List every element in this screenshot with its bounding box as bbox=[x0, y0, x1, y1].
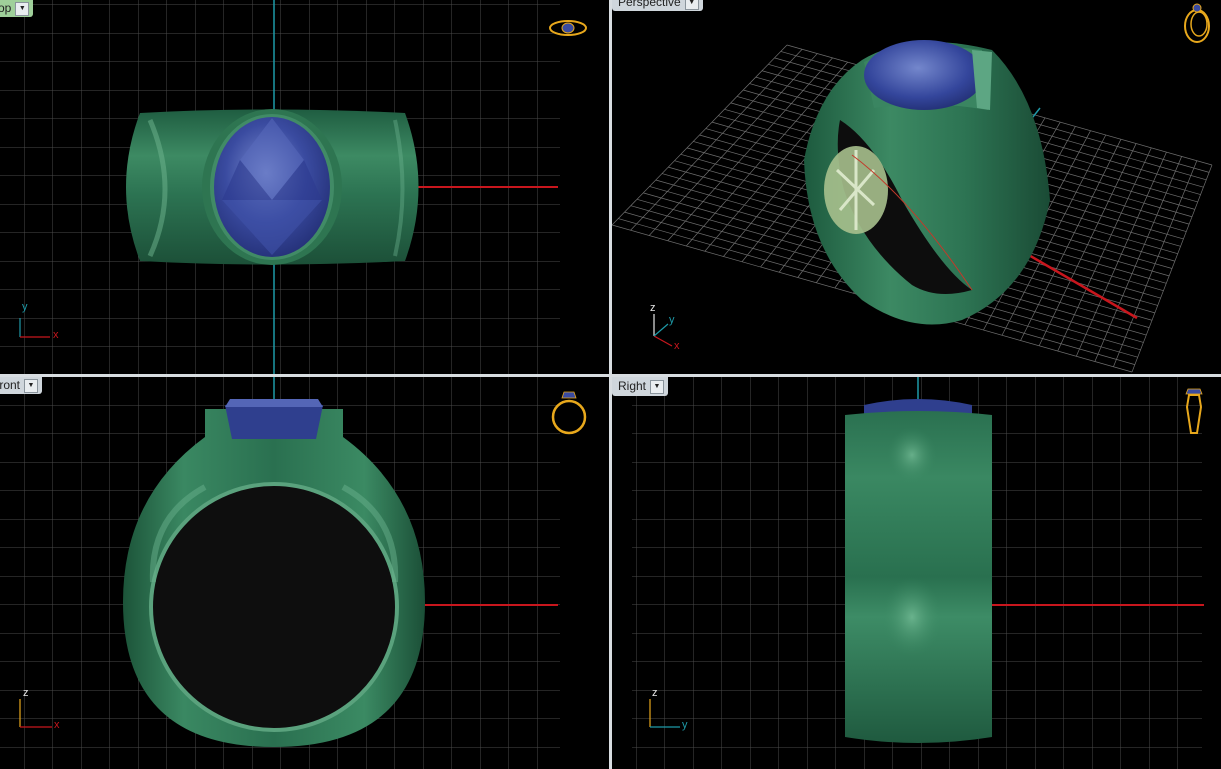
axis-label-z: z bbox=[652, 687, 658, 699]
viewport-divider-horizontal[interactable] bbox=[0, 374, 1221, 377]
ring-perspective-icon[interactable] bbox=[1184, 3, 1210, 43]
viewport-right[interactable]: Right ▼ z y bbox=[612, 377, 1221, 769]
viewport-tab-perspective[interactable]: Perspective ▼ bbox=[612, 0, 703, 11]
viewport-tab-front[interactable]: Front ▼ bbox=[0, 377, 43, 394]
axis-label-y: y bbox=[682, 719, 688, 731]
front-view-scene bbox=[0, 377, 587, 769]
axis-label-z: z bbox=[650, 302, 656, 314]
viewport-label-right: Right bbox=[618, 379, 647, 393]
axis-label-z: z bbox=[23, 687, 29, 699]
axis-label-x: x bbox=[53, 329, 59, 341]
ring-model-top[interactable] bbox=[126, 109, 419, 265]
viewport-perspective[interactable]: Perspective ▼ z y x bbox=[612, 0, 1221, 374]
top-view-scene bbox=[0, 0, 587, 374]
axis-label-y: y bbox=[22, 301, 28, 313]
dropdown-arrow-icon[interactable]: ▼ bbox=[684, 0, 699, 10]
dropdown-arrow-icon[interactable]: ▼ bbox=[15, 1, 30, 16]
axis-label-y: y bbox=[669, 314, 675, 326]
axis-label-x: x bbox=[674, 340, 680, 352]
viewport-top[interactable]: Top ▼ y x bbox=[0, 0, 609, 374]
viewport-label-perspective: Perspective bbox=[618, 0, 681, 9]
perspective-view-scene bbox=[612, 3, 1213, 373]
viewport-tab-top[interactable]: Top ▼ bbox=[0, 0, 34, 17]
viewport-label-top: Top bbox=[0, 1, 12, 15]
dropdown-arrow-icon[interactable]: ▼ bbox=[650, 379, 665, 394]
ring-model-right[interactable] bbox=[845, 399, 992, 743]
dropdown-arrow-icon[interactable]: ▼ bbox=[24, 378, 39, 393]
gemstone-front bbox=[225, 405, 323, 439]
viewport-label-front: Front bbox=[0, 378, 21, 392]
gemstone-perspective bbox=[864, 40, 984, 110]
viewport-divider-vertical[interactable] bbox=[609, 0, 612, 769]
viewport-tab-right[interactable]: Right ▼ bbox=[612, 377, 669, 396]
axis-label-x: x bbox=[54, 719, 60, 731]
viewport-front[interactable]: Front ▼ z x bbox=[0, 377, 609, 769]
right-view-scene bbox=[632, 377, 1204, 769]
